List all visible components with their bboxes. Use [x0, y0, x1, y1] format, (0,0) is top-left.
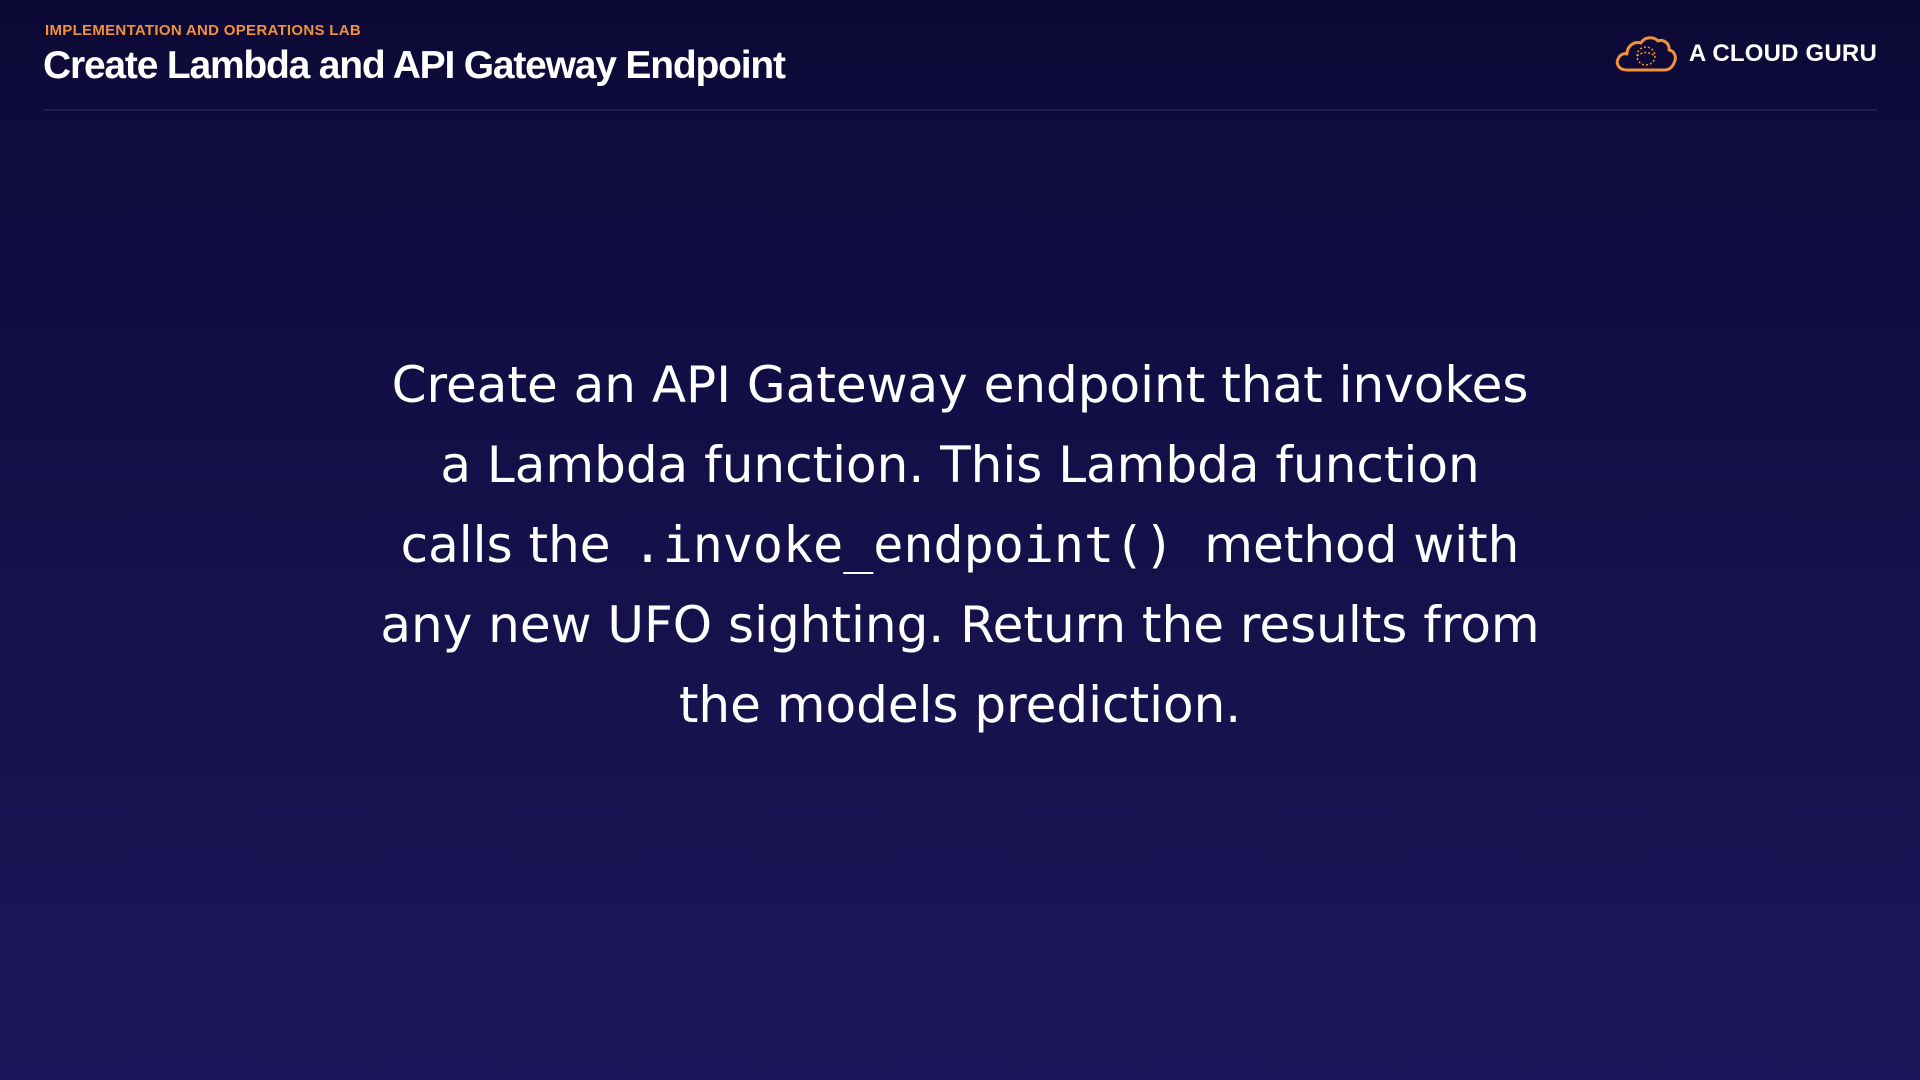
- slide-body: Create an API Gateway endpoint that invo…: [300, 345, 1620, 745]
- body-line: any new UFO sighting. Return the results…: [380, 596, 1540, 654]
- slide-header: IMPLEMENTATION AND OPERATIONS LAB Create…: [43, 0, 1877, 111]
- body-text: calls the: [400, 516, 611, 574]
- slide-title: Create Lambda and API Gateway Endpoint: [43, 44, 786, 87]
- slide-eyebrow: IMPLEMENTATION AND OPERATIONS LAB: [45, 22, 362, 39]
- code-method: .invoke_endpoint(): [632, 516, 1175, 574]
- body-text: method with: [1204, 516, 1520, 574]
- brand-logo: A CLOUD GURU: [1613, 34, 1877, 74]
- body-line: Create an API Gateway endpoint that invo…: [391, 356, 1529, 414]
- cloud-icon: [1613, 34, 1677, 74]
- body-line: calls the .invoke_endpoint() method with: [300, 505, 1620, 585]
- body-line: a Lambda function. This Lambda function: [440, 436, 1480, 494]
- body-line: the models prediction.: [678, 676, 1242, 734]
- brand-name: A CLOUD GURU: [1688, 40, 1877, 67]
